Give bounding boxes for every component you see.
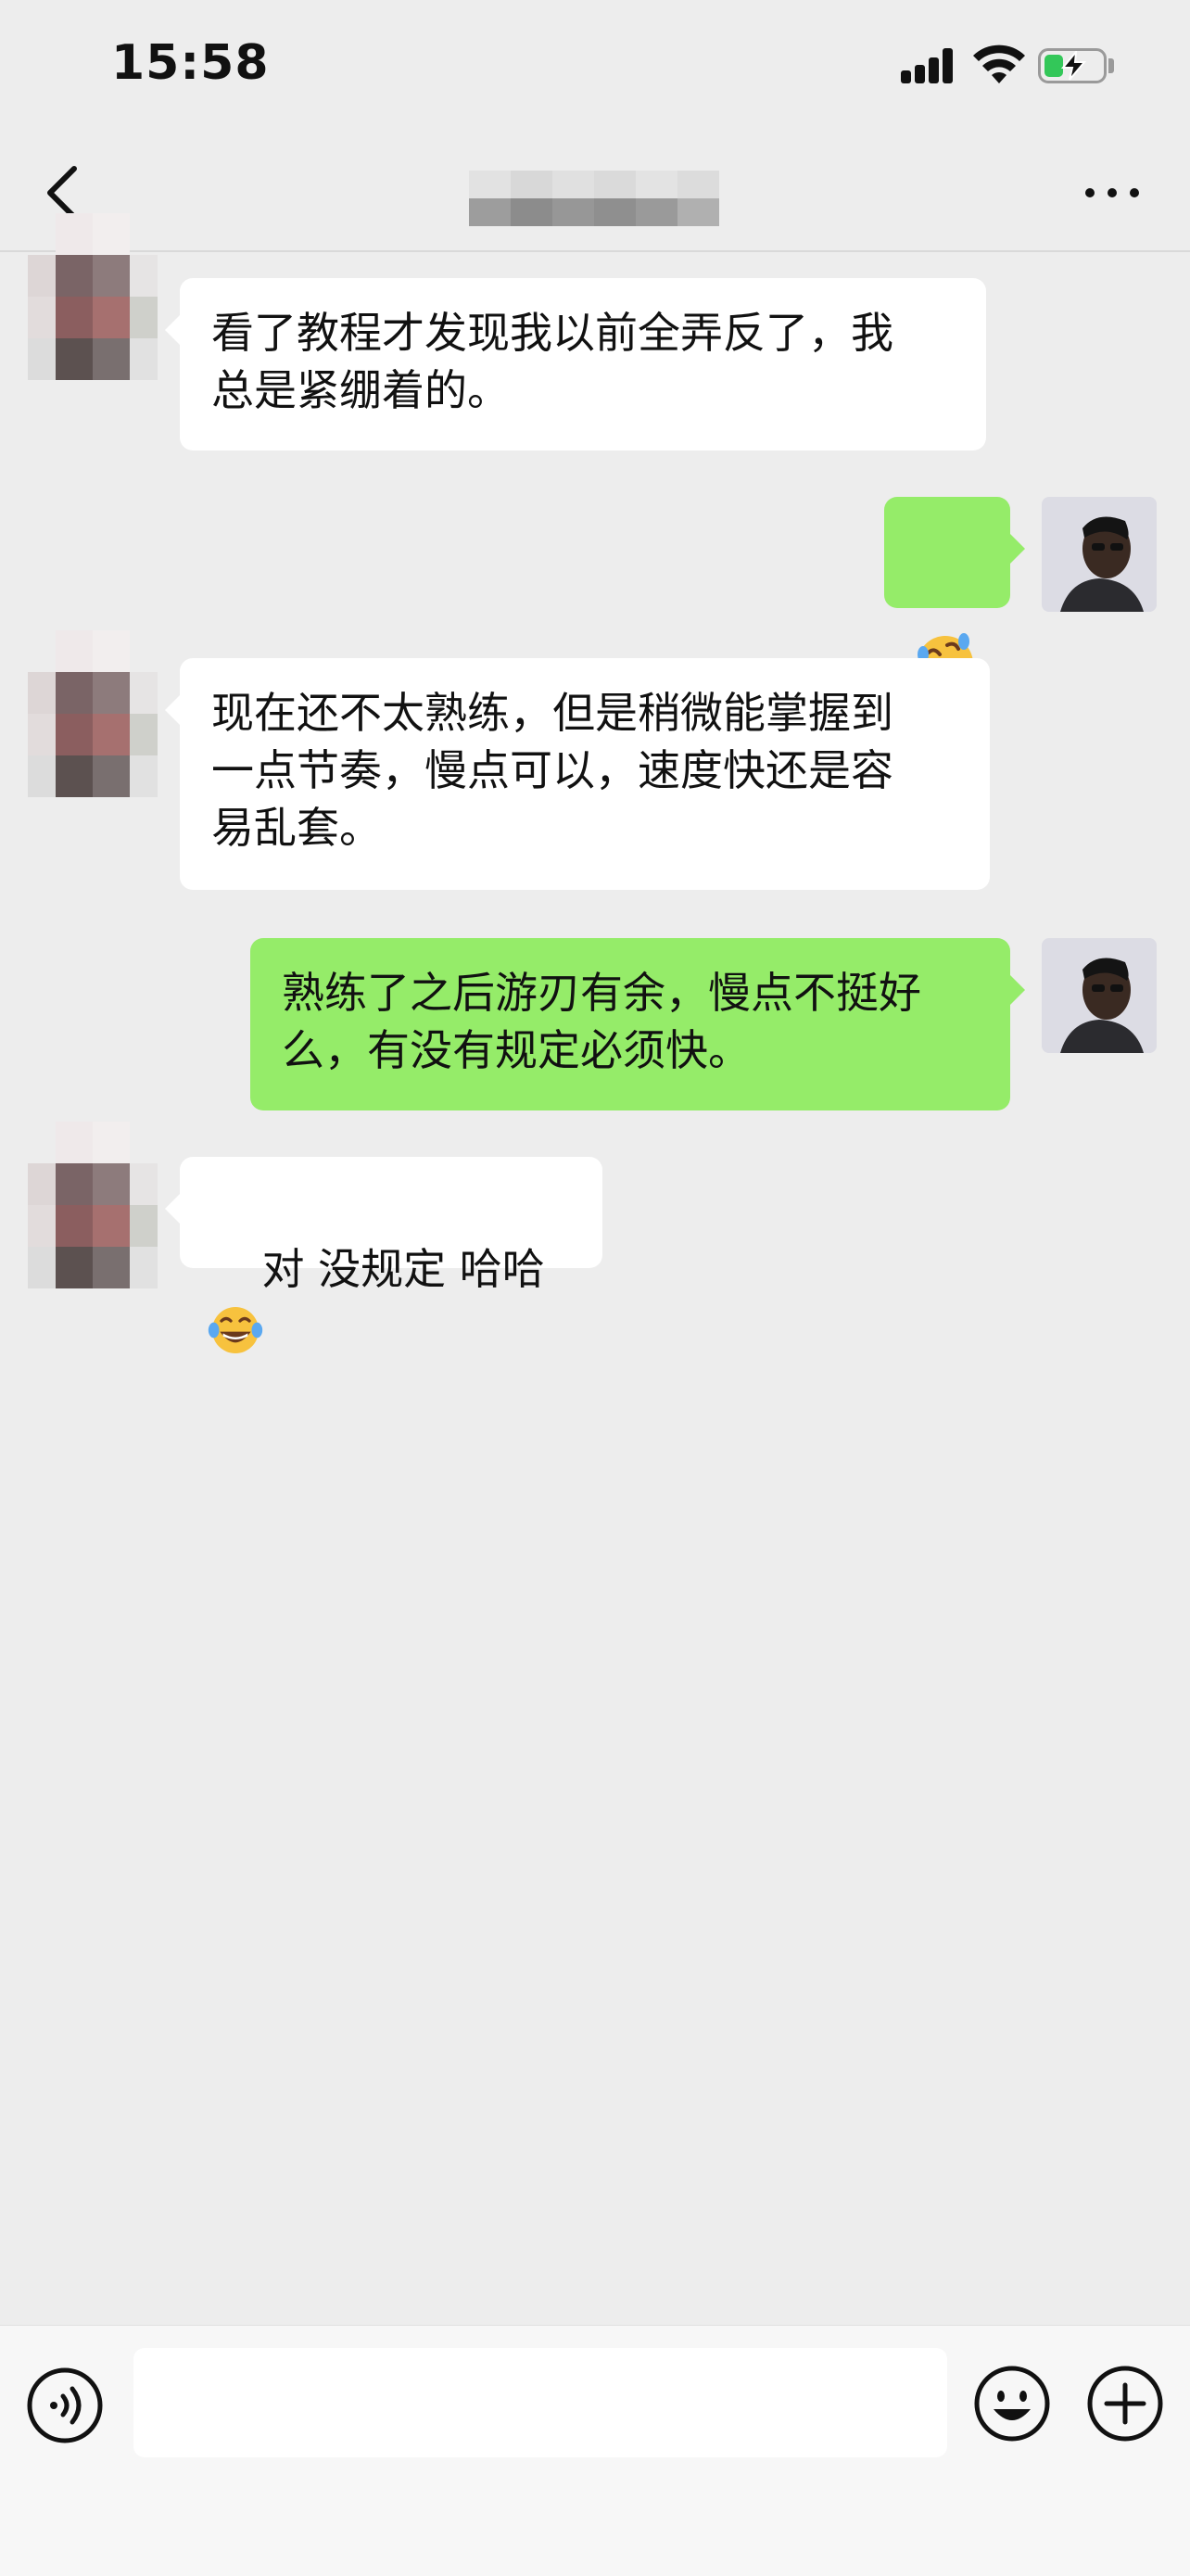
contact-avatar[interactable] [28,630,158,797]
smiley-icon[interactable] [973,2365,1051,2443]
input-bar [0,2325,1190,2576]
chat-title-redacted [469,165,719,243]
status-bar: 15:58 [0,0,1190,139]
battery-icon [1038,48,1107,83]
face-with-tears-of-joy-icon [208,1306,263,1353]
battery-cap [1108,58,1114,73]
contact-avatar[interactable] [28,213,158,380]
contact-avatar[interactable] [28,1122,158,1288]
cellular-signal-icon [901,48,956,83]
message-text: 对 没规定 哈哈 [261,1244,545,1294]
incoming-message-bubble[interactable]: 现在还不太熟练，但是稍微能掌握到 一点节奏，慢点可以，速度快还是容 易乱套。 [165,658,990,890]
outgoing-message-bubble[interactable] [884,497,1025,692]
voice-icon[interactable] [26,2367,104,2444]
my-avatar[interactable] [1042,497,1157,612]
incoming-message-bubble[interactable]: 对 没规定 哈哈 [165,1157,602,1353]
ellipsis-icon[interactable] [1082,184,1142,202]
message-input[interactable] [133,2348,947,2457]
wifi-icon [973,44,1025,83]
incoming-message-bubble[interactable]: 看了教程才发现我以前全弄反了，我 总是紧绷着的。 [165,278,986,450]
my-avatar[interactable] [1042,938,1157,1053]
status-time: 15:58 [111,35,270,91]
outgoing-message-bubble[interactable]: 熟练了之后游刃有余，慢点不挺好 么，有没有规定必须快。 [250,938,1025,1110]
chat-header [0,139,1190,252]
plus-circle-icon[interactable] [1086,2365,1164,2443]
